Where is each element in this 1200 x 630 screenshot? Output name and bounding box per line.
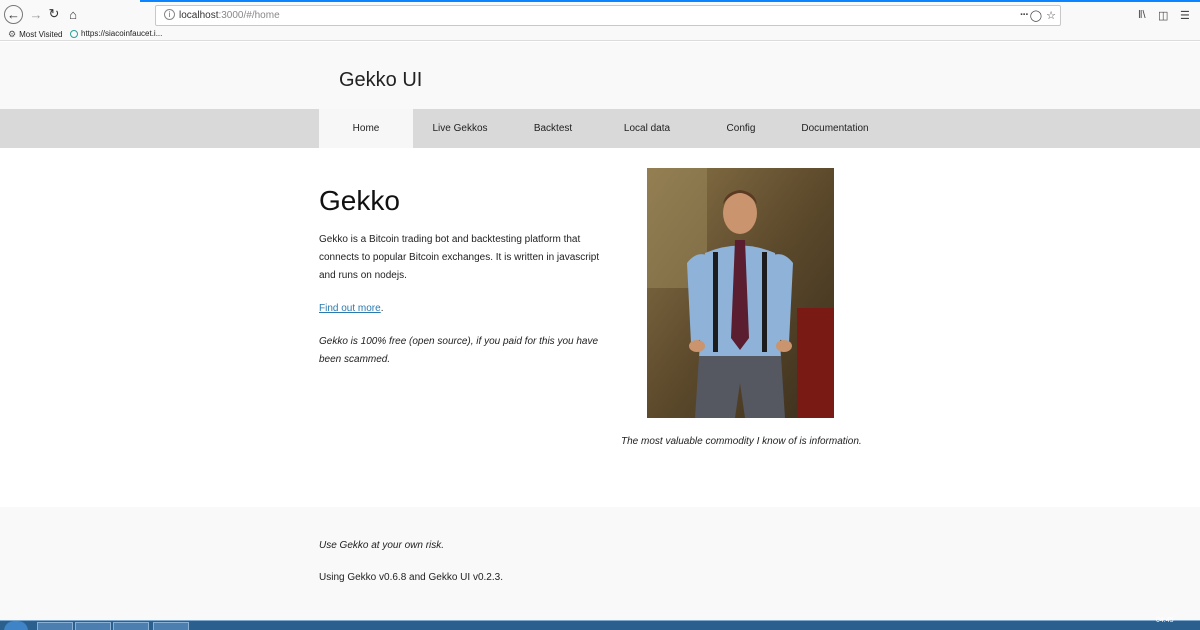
forward-icon[interactable]: → [26, 4, 46, 24]
site-footer: Use Gekko at your own risk. Using Gekko … [0, 507, 1200, 620]
free-note: Gekko is 100% free (open source), if you… [319, 336, 599, 365]
main-nav: Home Live Gekkos Backtest Local data Con… [0, 109, 1200, 148]
bookmark-siacoinfaucet[interactable]: https://siacoinfaucet.i... [70, 29, 162, 38]
bookmark-label: Most Visited [19, 30, 63, 39]
home-icon[interactable]: ⌂ [63, 4, 83, 24]
pocket-icon[interactable]: ◯ [1030, 9, 1042, 22]
taskbar-chrome-icon[interactable] [113, 622, 149, 630]
version-info: Using Gekko v0.6.8 and Gekko UI v0.2.3. [319, 572, 503, 583]
nav-home[interactable]: Home [319, 109, 413, 148]
active-tab-indicator [140, 0, 1200, 2]
start-button[interactable] [4, 621, 28, 630]
brand-title: Gekko UI [339, 69, 423, 91]
nav-live-gekkos[interactable]: Live Gekkos [413, 109, 507, 148]
page-actions-icon[interactable]: ··· [1020, 9, 1029, 21]
gordon-gekko-photo [647, 168, 834, 418]
hamburger-menu-icon[interactable]: ☰ [1180, 9, 1190, 22]
bookmark-star-icon[interactable]: ☆ [1046, 9, 1056, 22]
taskbar-media-icon[interactable] [75, 622, 111, 630]
library-icon[interactable]: ‖\ [1138, 9, 1146, 21]
risk-notice: Use Gekko at your own risk. [319, 540, 445, 551]
windows-taskbar: 04:45 [0, 617, 1200, 630]
bookmark-label: https://siacoinfaucet.i... [81, 29, 163, 38]
bookmark-most-visited[interactable]: ⚙ Most Visited [8, 29, 63, 40]
nav-documentation[interactable]: Documentation [788, 109, 882, 148]
site-icon [70, 29, 78, 38]
nav-config[interactable]: Config [694, 109, 788, 148]
taskbar-terminal-icon[interactable] [153, 622, 189, 630]
back-icon[interactable]: ← [4, 5, 23, 24]
reload-icon[interactable]: ↻ [44, 4, 64, 24]
taskbar-clock[interactable]: 04:45 [1156, 617, 1174, 624]
address-bar[interactable]: i localhost:3000/#/home ··· ◯ ☆ [155, 5, 1061, 26]
page-title: Gekko [319, 185, 400, 216]
sidebar-icon[interactable]: ◫ [1158, 9, 1168, 22]
taskbar-explorer-icon[interactable] [37, 622, 73, 630]
intro-text: Gekko is a Bitcoin trading bot and backt… [319, 234, 600, 281]
nav-backtest[interactable]: Backtest [506, 109, 600, 148]
gear-icon: ⚙ [8, 29, 17, 39]
browser-toolbar: ← → ↻ ⌂ i localhost:3000/#/home ··· ◯ ☆ … [0, 3, 1200, 28]
address-url[interactable]: localhost:3000/#/home [179, 10, 280, 21]
url-host: localhost [179, 10, 219, 21]
page-info-icon[interactable]: i [164, 9, 175, 20]
nav-local-data[interactable]: Local data [600, 109, 694, 148]
find-out-more-line: Find out more. [319, 303, 383, 314]
photo-caption-quote: The most valuable commodity I know of is… [621, 436, 862, 447]
find-out-more-suffix: . [380, 303, 384, 314]
web-page: Gekko UI Home Live Gekkos Backtest Local… [0, 42, 1200, 620]
bookmarks-toolbar: ⚙ Most Visited https://siacoinfaucet.i..… [0, 28, 1200, 41]
find-out-more-link[interactable]: Find out more [319, 303, 381, 314]
site-header: Gekko UI [0, 42, 1200, 109]
url-path: :3000/#/home [218, 10, 280, 21]
